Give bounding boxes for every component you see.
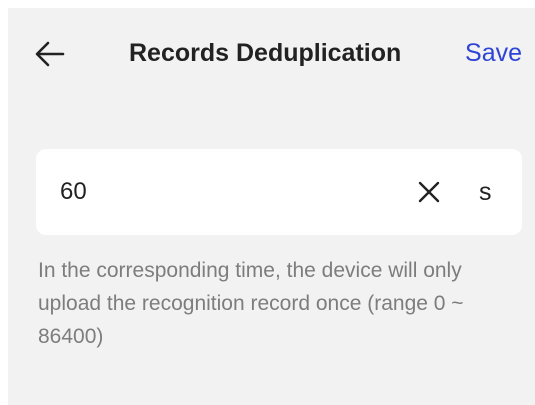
- screen: Records Deduplication Save s In the corr…: [8, 8, 535, 405]
- back-button[interactable]: [30, 34, 70, 74]
- page-title: Records Deduplication: [129, 39, 402, 67]
- dedup-interval-input[interactable]: [60, 171, 390, 213]
- clear-button[interactable]: [414, 177, 444, 207]
- arrow-left-icon: [35, 41, 65, 67]
- top-bar: Records Deduplication Save: [8, 8, 535, 100]
- unit-label: s: [479, 178, 492, 206]
- hint-text: In the corresponding time, the device wi…: [38, 259, 464, 348]
- dedup-interval-card: s: [36, 149, 522, 235]
- close-icon: [418, 181, 440, 203]
- save-button[interactable]: Save: [465, 36, 522, 70]
